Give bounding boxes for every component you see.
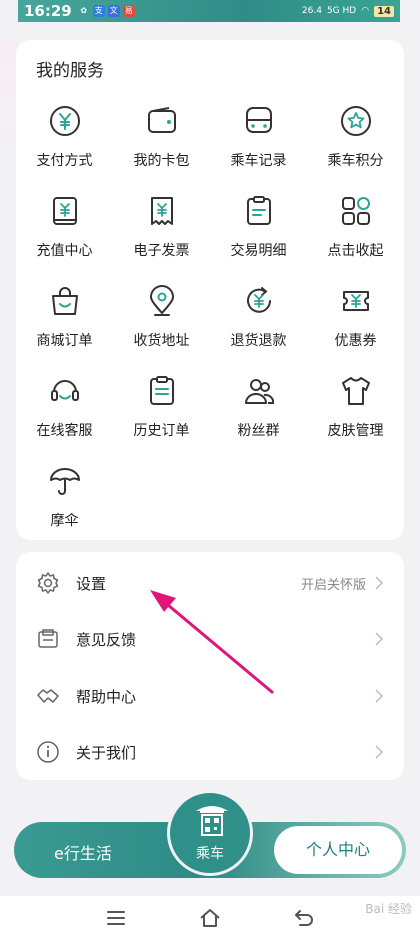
about-us-row[interactable]: 关于我们: [16, 724, 404, 780]
system-nav-bar: [0, 896, 420, 940]
back-icon[interactable]: [292, 906, 316, 930]
home-icon[interactable]: [198, 906, 222, 930]
refund-icon: [246, 287, 271, 313]
service-coupons[interactable]: 优惠券: [307, 280, 404, 370]
service-ride-records[interactable]: 乘车记录: [210, 100, 307, 190]
my-services-card: 我的服务 支付方式 我的卡包 乘车记录 乘车积分 充值中心 电子发票 交易明细 …: [16, 40, 404, 540]
headset-icon: [50, 380, 79, 401]
service-label: 电子发票: [133, 243, 190, 259]
tab-e-life[interactable]: e行生活: [54, 840, 112, 864]
service-label: 充值中心: [36, 243, 93, 259]
service-label: 点击收起: [327, 243, 384, 259]
watermark: Bai 经验: [365, 902, 412, 916]
bus-icon: [245, 107, 272, 133]
service-label: 皮肤管理: [327, 423, 384, 439]
tab-ride-label: 乘车: [196, 846, 224, 862]
service-label: 优惠券: [334, 333, 377, 349]
service-label: 摩伞: [50, 513, 79, 529]
feedback-label: 意见反馈: [76, 630, 137, 649]
order-history-icon: [149, 376, 174, 405]
service-label: 乘车积分: [327, 153, 384, 169]
settings-small-icon: ✿: [80, 6, 88, 15]
service-ride-points[interactable]: 乘车积分: [307, 100, 404, 190]
qr-pavilion-icon: [196, 806, 228, 836]
service-recharge-center[interactable]: 充值中心: [16, 190, 113, 280]
invoice-icon: [150, 197, 173, 225]
app-icon: 文: [107, 5, 120, 17]
care-mode-link[interactable]: 开启关怀版: [301, 574, 366, 593]
star-circle-icon: [340, 106, 371, 136]
feedback-icon: [38, 629, 58, 648]
app-icon: 易: [122, 5, 135, 17]
tab-personal-center[interactable]: 个人中心: [274, 826, 402, 874]
status-bar: 16:29 ✿ 支 文 易 26.4 5G HD ◠ 14: [18, 0, 400, 22]
service-label: 退货退款: [230, 333, 287, 349]
service-label: 支付方式: [36, 153, 93, 169]
help-center-label: 帮助中心: [76, 687, 137, 706]
gear-icon: [37, 572, 59, 594]
umbrella-icon: [49, 468, 80, 495]
wallet-icon: [147, 107, 176, 133]
service-transaction-details[interactable]: 交易明细: [210, 190, 307, 280]
service-payment-method[interactable]: 支付方式: [16, 100, 113, 190]
status-time: 16:29: [24, 2, 72, 20]
status-right: 26.4 5G HD ◠ 14: [301, 5, 394, 17]
menu-icon[interactable]: [104, 906, 128, 930]
service-label: 交易明细: [230, 243, 287, 259]
feedback-row[interactable]: 意见反馈: [16, 611, 404, 667]
shopping-bag-icon: [51, 287, 78, 315]
settings-label: 设置: [76, 574, 107, 593]
service-mall-orders[interactable]: 商城订单: [16, 280, 113, 370]
network-speed: 26.4: [301, 6, 322, 16]
service-skin-management[interactable]: 皮肤管理: [307, 370, 404, 460]
service-label: 收货地址: [133, 333, 190, 349]
service-fans-group[interactable]: 粉丝群: [210, 370, 307, 460]
service-label: 乘车记录: [230, 153, 287, 169]
service-collapse[interactable]: 点击收起: [307, 190, 404, 280]
about-us-label: 关于我们: [76, 743, 137, 762]
service-label: 历史订单: [133, 423, 190, 439]
wifi-icon: ◠: [361, 6, 370, 16]
tshirt-icon: [341, 377, 370, 405]
battery-indicator: 14: [374, 5, 394, 17]
services-title: 我的服务: [36, 61, 104, 81]
settings-row[interactable]: 设置 开启关怀版: [16, 555, 404, 611]
info-icon: [37, 741, 59, 763]
help-center-row[interactable]: 帮助中心: [16, 668, 404, 724]
yuan-circle-icon: [49, 106, 80, 136]
service-e-invoice[interactable]: 电子发票: [113, 190, 210, 280]
tab-ride-button[interactable]: 乘车: [167, 790, 253, 876]
service-label: 商城订单: [36, 333, 93, 349]
service-label: 在线客服: [36, 423, 93, 439]
service-delivery-address[interactable]: 收货地址: [113, 280, 210, 370]
chevron-right-icon: [375, 632, 384, 646]
signal-indicator: 5G HD: [326, 6, 357, 16]
location-pin-icon: [149, 285, 174, 316]
chevron-right-icon: [375, 745, 384, 759]
clipboard-icon: [246, 196, 271, 225]
alipay-icon: 支: [92, 5, 105, 17]
service-online-support[interactable]: 在线客服: [16, 370, 113, 460]
service-label: 我的卡包: [133, 153, 190, 169]
collapse-grid-icon: [341, 197, 370, 225]
service-label: 粉丝群: [237, 423, 280, 439]
chevron-right-icon: [375, 689, 384, 703]
service-returns-refunds[interactable]: 退货退款: [210, 280, 307, 370]
service-my-cards[interactable]: 我的卡包: [113, 100, 210, 190]
service-order-history[interactable]: 历史订单: [113, 370, 210, 460]
chevron-right-icon: [375, 576, 384, 590]
status-app-icons: ✿ 支 文 易: [78, 5, 135, 17]
service-umbrella[interactable]: 摩伞: [16, 460, 113, 550]
coupon-icon: [342, 291, 369, 311]
fans-group-icon: [244, 379, 274, 404]
handshake-icon: [37, 689, 59, 703]
settings-card: 设置 开启关怀版 意见反馈 帮助中心 关于我们: [16, 552, 404, 780]
recharge-card-icon: [52, 197, 77, 225]
